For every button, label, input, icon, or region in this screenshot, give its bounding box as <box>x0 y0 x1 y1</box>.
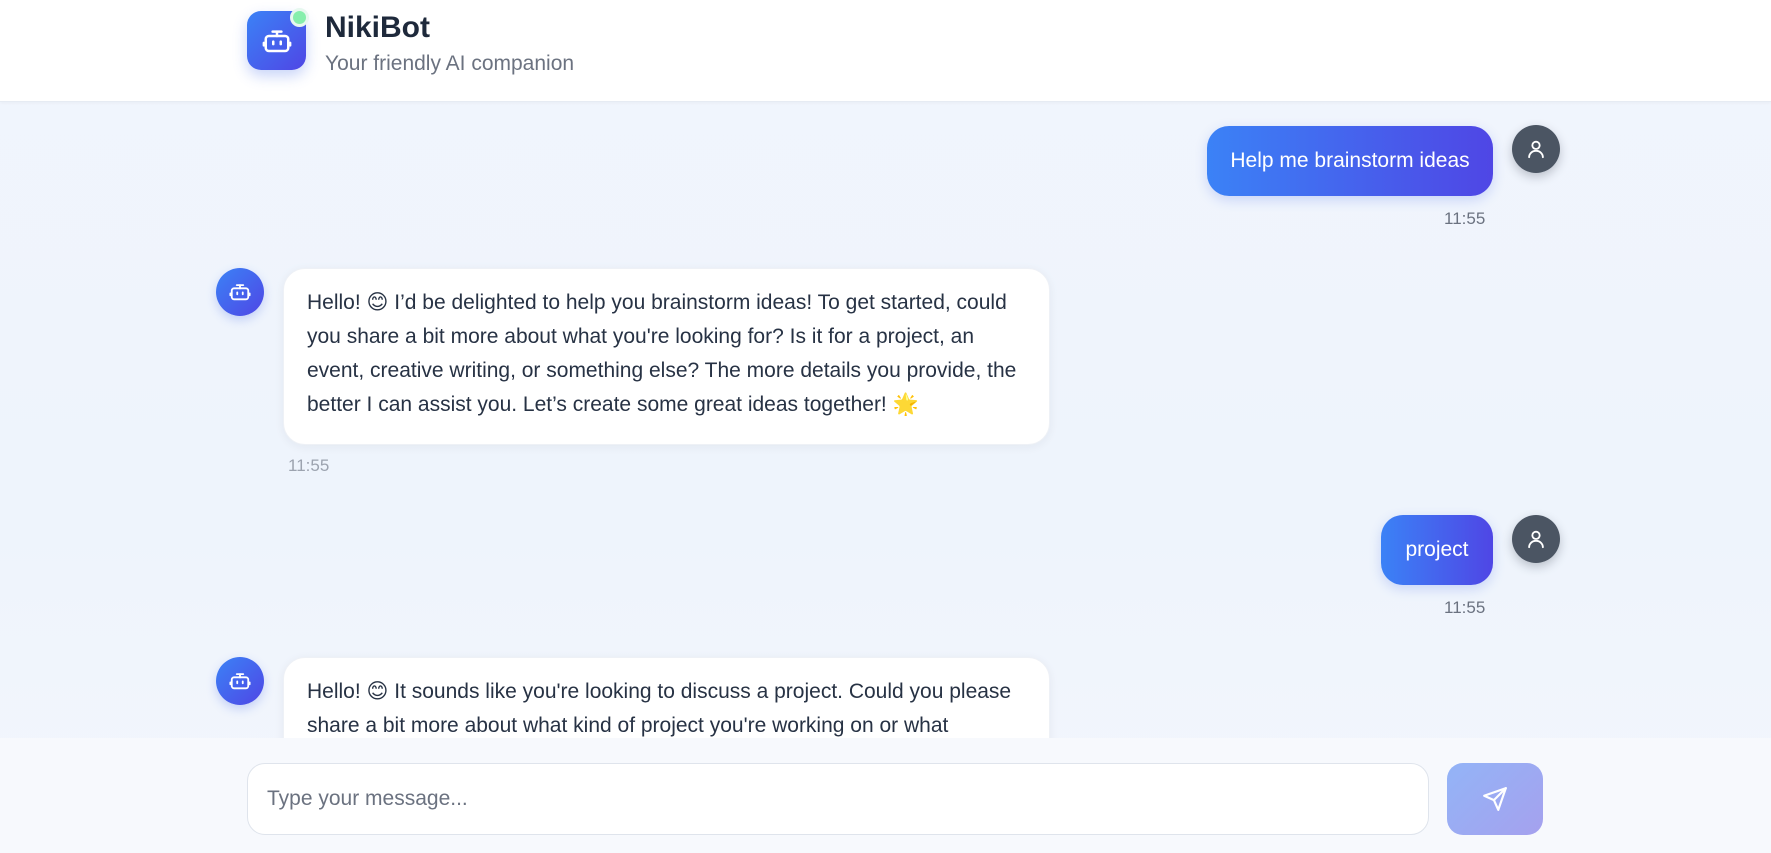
user-icon <box>1528 530 1544 549</box>
user-message-bubble: project <box>1381 515 1493 585</box>
message-input[interactable] <box>247 763 1429 835</box>
bot-avatar <box>216 268 264 316</box>
bot-name: NikiBot <box>325 11 430 44</box>
chat-app: NikiBot Your friendly AI companion Help … <box>0 0 1771 853</box>
message-timestamp: 11:55 <box>1444 598 1486 617</box>
user-avatar <box>1512 125 1560 173</box>
send-icon <box>1483 787 1507 811</box>
message-timestamp: 11:55 <box>1444 209 1486 228</box>
bot-message-bubble: Hello! 😊 I’d be delighted to help you br… <box>283 268 1050 445</box>
message-timestamp: 11:55 <box>288 456 330 475</box>
user-message-text: project <box>1405 538 1469 561</box>
chat-header: NikiBot Your friendly AI companion <box>0 0 1771 102</box>
send-button[interactable] <box>1447 763 1543 835</box>
bot-avatar <box>216 657 264 705</box>
user-message-text: Help me brainstorm ideas <box>1230 149 1470 172</box>
bot-message-text: Hello! 😊 It sounds like you're looking t… <box>307 680 1012 737</box>
bot-tagline: Your friendly AI companion <box>325 52 575 75</box>
message-list[interactable]: Help me brainstorm ideas 11:55 Hello! 😊 … <box>0 103 1771 738</box>
online-status-dot <box>290 8 309 27</box>
message-composer <box>0 738 1771 853</box>
user-message-bubble: Help me brainstorm ideas <box>1207 126 1493 196</box>
user-icon <box>1528 140 1544 159</box>
robot-icon <box>229 284 251 301</box>
robot-icon <box>229 673 251 690</box>
user-avatar <box>1512 515 1560 563</box>
bot-message-text: Hello! 😊 I’d be delighted to help you br… <box>307 291 1017 416</box>
bot-message-bubble: Hello! 😊 It sounds like you're looking t… <box>283 657 1050 738</box>
robot-icon <box>262 29 291 52</box>
